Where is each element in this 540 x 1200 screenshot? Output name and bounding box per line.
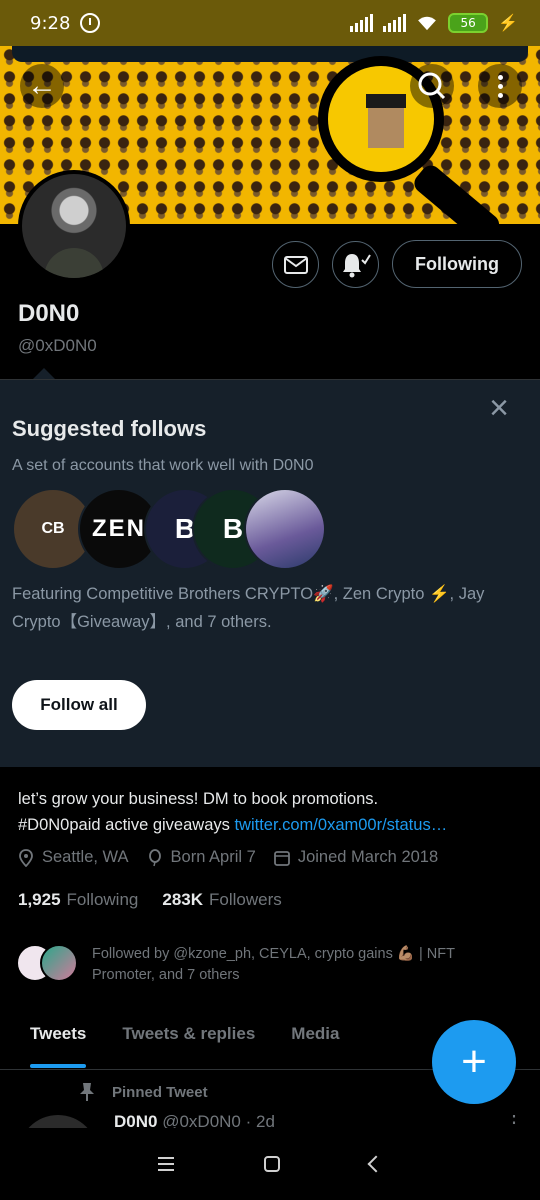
bell-check-icon	[342, 253, 371, 277]
followers-stat[interactable]: 283K Followers	[162, 890, 281, 910]
tab-tweets[interactable]: Tweets	[12, 1010, 104, 1068]
bio-line: let’s grow your business! DM to book pro…	[18, 790, 379, 808]
punk-graphic	[366, 94, 406, 148]
profile-handle: @0xD0N0	[18, 336, 97, 355]
profile-bio: let’s grow your business! DM to book pro…	[18, 786, 523, 838]
pinned-indicator: Pinned Tweet	[78, 1082, 208, 1102]
magnifier-handle	[410, 161, 504, 224]
suggested-title: Suggested follows	[12, 416, 207, 441]
charging-icon: ⚡	[498, 15, 518, 32]
alarm-icon	[80, 13, 101, 33]
home-button[interactable]	[264, 1156, 280, 1172]
profile-avatar[interactable]	[18, 170, 130, 282]
pinned-label: Pinned Tweet	[112, 1083, 208, 1101]
tab-tweets-replies[interactable]: Tweets & replies	[104, 1010, 273, 1058]
status-time: 9:28	[30, 12, 71, 34]
calendar-icon	[273, 850, 290, 866]
follow-all-button[interactable]: Follow all	[12, 680, 146, 730]
search-button[interactable]	[410, 64, 454, 108]
back-nav-button[interactable]	[367, 1155, 385, 1173]
follower-avatar	[40, 944, 78, 982]
profile-name: D0N0	[18, 300, 80, 327]
following-stat[interactable]: 1,925 Following	[18, 890, 138, 910]
avatar-image	[22, 174, 126, 278]
message-button[interactable]	[272, 241, 319, 288]
suggested-avatar[interactable]	[244, 488, 326, 570]
location-text: Seattle, WA	[42, 848, 129, 866]
wifi-icon	[418, 16, 436, 31]
compose-tweet-button[interactable]: +	[432, 1020, 516, 1104]
followers-label: Followers	[209, 890, 282, 909]
signal-icon-2	[383, 14, 407, 32]
suggested-follows-panel: × Suggested follows A set of accounts th…	[0, 379, 540, 767]
bio-link[interactable]: twitter.com/0xam00r/status…	[234, 816, 447, 834]
pin-icon	[80, 1083, 94, 1101]
status-bar: 9:28 56 ⚡	[0, 0, 540, 46]
profile-meta: Seattle, WA Born April 7 Joined March 20…	[18, 848, 438, 867]
following-count: 1,925	[18, 890, 61, 909]
notifications-button[interactable]	[332, 241, 379, 288]
suggested-description: Featuring Competitive Brothers CRYPTO🚀, …	[12, 585, 485, 631]
battery-icon: 56	[448, 13, 489, 33]
tab-media[interactable]: Media	[273, 1010, 357, 1058]
back-button[interactable]: ←	[20, 64, 64, 108]
android-nav-bar	[0, 1128, 540, 1200]
more-options-button[interactable]	[478, 64, 522, 108]
plus-icon: +	[461, 1037, 487, 1086]
joined-text: Joined March 2018	[297, 848, 439, 866]
recent-apps-button[interactable]	[158, 1157, 174, 1171]
more-dot-icon	[497, 74, 503, 80]
followers-count: 283K	[162, 890, 203, 909]
battery-level: 56	[460, 16, 476, 30]
suggested-subtitle: A set of accounts that work well with D0…	[12, 457, 314, 474]
bio-line: #D0N0paid active giveaways	[18, 816, 235, 834]
following-button[interactable]: Following	[392, 240, 522, 288]
signal-icon	[350, 14, 374, 32]
suggested-avatars[interactable]: CB ZEN B B	[12, 488, 342, 570]
search-icon	[418, 72, 446, 100]
mail-icon	[283, 255, 308, 274]
banner-strip	[12, 46, 528, 62]
arrow-left-icon: ←	[27, 69, 57, 102]
balloon-icon	[148, 848, 161, 866]
followed-by[interactable]: Followed by @kzone_ph, CEYLA, crypto gai…	[16, 944, 516, 986]
close-icon[interactable]: ×	[484, 391, 514, 425]
following-label: Following	[66, 890, 139, 909]
followed-by-text: Followed by @kzone_ph, CEYLA, crypto gai…	[92, 946, 455, 983]
location-icon	[19, 848, 33, 867]
birthday-text: Born April 7	[170, 848, 256, 866]
follow-stats: 1,925 Following 283K Followers	[18, 890, 282, 910]
